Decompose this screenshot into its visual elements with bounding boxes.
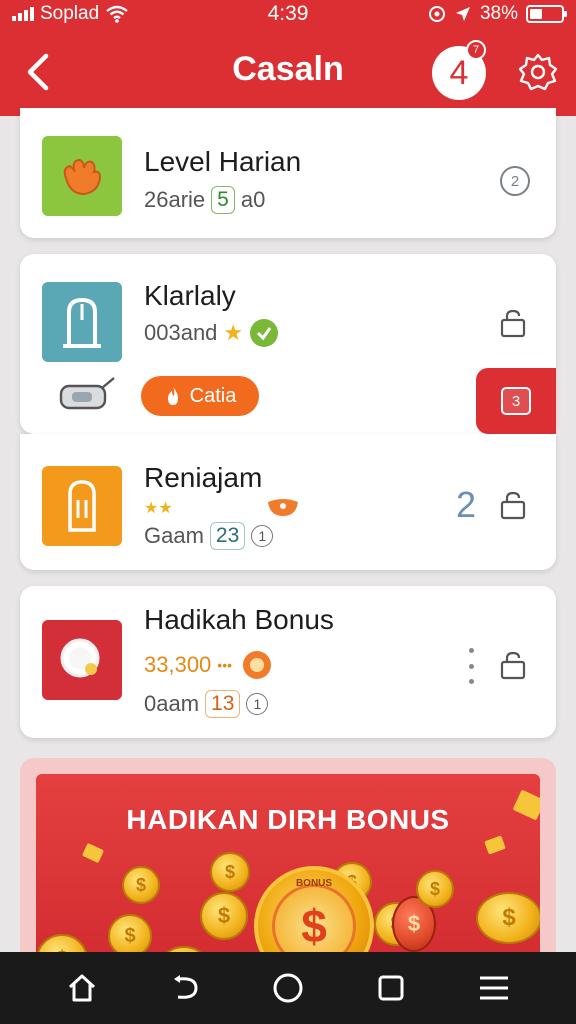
floating-tab-button[interactable]: 3 (476, 368, 556, 434)
count-pill: 23 (209, 522, 246, 550)
task-card-reniajam[interactable]: Reniajam ★★ Gaam 23 1 2 (20, 434, 556, 570)
circle-home-button[interactable] (264, 964, 312, 1012)
progress-count: 2 (456, 484, 477, 525)
card-subtitle: 26arie 5 a0 (144, 186, 266, 214)
back-nav-button[interactable] (161, 964, 209, 1012)
menu-icon (480, 976, 509, 1000)
back-nav-icon (173, 975, 198, 999)
plate-icon (60, 638, 100, 678)
recents-icon (378, 975, 404, 1001)
bonus-banner[interactable]: HADIKAN DIRH BONUS $ $ $ $ $ $ $ $ $ $ $… (20, 758, 556, 968)
task-card-hadikah-bonus[interactable]: Hadikah Bonus 33,300 ••• 0aam 13 1 (20, 586, 556, 738)
task-card-level-harian[interactable]: Level Harian 26arie 5 a0 2 (20, 108, 556, 238)
status-time: 4:39 (267, 2, 309, 25)
app-header: Casaln 4 7 (0, 28, 576, 116)
level-thumbnail (42, 136, 122, 216)
claim-button[interactable]: Catia (141, 376, 259, 416)
battery-icon (526, 5, 567, 23)
page-title: Casaln (232, 50, 344, 88)
circle-home-icon (273, 973, 303, 1003)
settings-icon (518, 53, 558, 91)
wifi-icon (106, 5, 128, 23)
hand-icon (63, 158, 102, 196)
tower-thumbnail (42, 466, 122, 546)
level-pill: 5 (211, 186, 235, 214)
circle-number: 1 (246, 693, 269, 715)
card-subtitle: 0aam 13 1 (144, 690, 269, 718)
status-bar: Soplad 4:39 38% (0, 0, 576, 28)
coin-badge-icon (243, 651, 272, 679)
card-title: Level Harian (144, 146, 302, 177)
system-nav-bar (0, 952, 576, 1024)
bonus-amount-row: 33,300 ••• (144, 650, 272, 680)
settings-button[interactable] (514, 48, 562, 96)
notification-badge: 7 (466, 40, 486, 60)
tower-icon (68, 480, 96, 532)
camera-icon (59, 377, 115, 410)
card-title: Reniajam (144, 462, 263, 493)
coin-icon: $ (476, 892, 540, 944)
lock-icon[interactable] (498, 308, 528, 338)
bonus-thumbnail (42, 620, 122, 700)
lock-icon[interactable] (498, 650, 528, 680)
signal-icon (12, 7, 34, 21)
alarm-icon (428, 6, 445, 22)
home-icon (68, 974, 95, 1002)
flame-icon (167, 387, 178, 405)
confetti (81, 842, 105, 864)
confetti (484, 835, 506, 855)
coin-icon: $ (200, 892, 248, 940)
card-title: Hadikah Bonus (144, 604, 334, 635)
card-title: Klarlaly (144, 280, 236, 311)
bonus-banner-inner: HADIKAN DIRH BONUS $ $ $ $ $ $ $ $ $ $ $… (36, 774, 540, 968)
battery-percent: 38% (479, 3, 518, 24)
rating-stars: ★★ (144, 500, 173, 517)
card-subtitle: Gaam 23 1 (144, 522, 274, 550)
info-badge[interactable]: 2 (500, 166, 530, 196)
coin-icon: $ (416, 870, 454, 908)
bowl-icon (268, 499, 298, 516)
coin-icon: $ (122, 866, 160, 904)
count-pill: 13 (205, 690, 241, 718)
coin-icon: $ (210, 852, 250, 892)
menu-button[interactable] (470, 964, 518, 1012)
home-button[interactable] (58, 964, 106, 1012)
circle-number: 1 (251, 525, 274, 547)
card-subtitle: 003and ★ (144, 318, 279, 348)
banner-title: HADIKAN DIRH BONUS (126, 804, 450, 835)
door-thumbnail (42, 282, 122, 362)
lock-icon[interactable] (498, 490, 528, 520)
more-options-icon[interactable] (466, 648, 476, 684)
star-icon: ★ (223, 320, 244, 345)
check-badge-icon (250, 319, 279, 347)
bonus-amount: 33,300 (144, 652, 212, 677)
carrier-name: Soplad (40, 3, 100, 24)
location-icon (455, 7, 470, 21)
recents-button[interactable] (367, 964, 415, 1012)
door-icon (63, 297, 101, 348)
